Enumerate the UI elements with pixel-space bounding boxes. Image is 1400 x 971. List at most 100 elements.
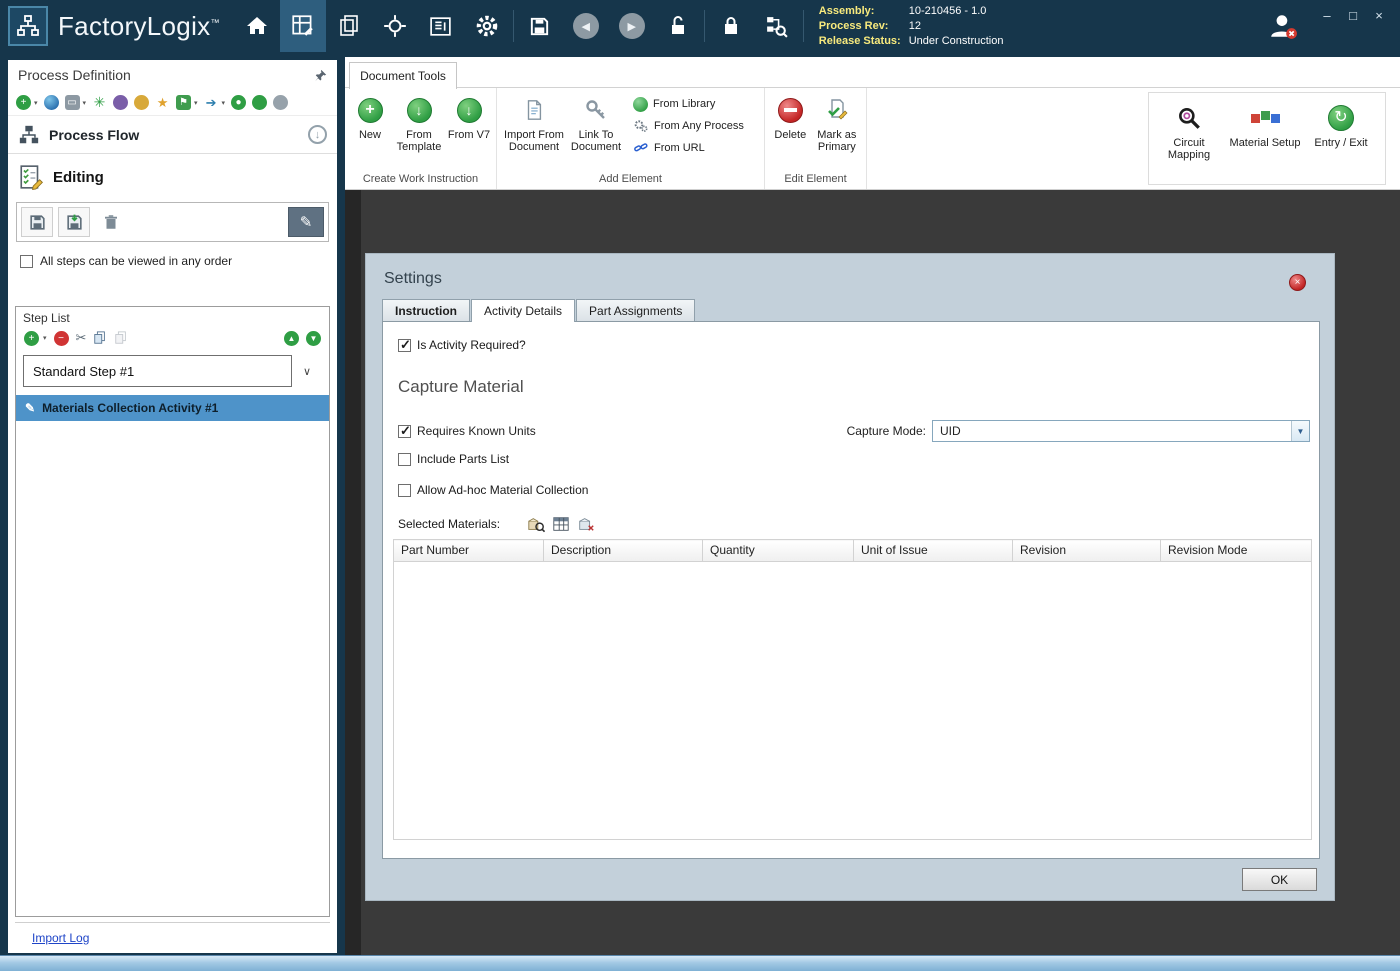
print-menu-caret[interactable]: ▾ <box>83 99 87 107</box>
move-up-icon[interactable]: ▲ <box>284 331 299 346</box>
cut-icon[interactable]: ✂ <box>76 330 87 346</box>
tab-activity-details[interactable]: Activity Details <box>471 299 575 322</box>
any-order-checkbox[interactable] <box>20 255 33 268</box>
from-any-process-button[interactable]: From Any Process <box>629 115 748 137</box>
delete-button[interactable]: Delete <box>769 91 812 172</box>
save-icon[interactable] <box>517 0 563 52</box>
mark-as-primary-button[interactable]: Mark as Primary <box>812 91 862 172</box>
select-from-bom-icon[interactable] <box>551 514 570 533</box>
unlock-icon[interactable] <box>655 0 701 52</box>
add-icon[interactable]: + <box>16 95 31 110</box>
paste-icon[interactable] <box>114 331 128 345</box>
copy-icon[interactable] <box>93 331 107 345</box>
print-icon[interactable]: ▭ <box>65 95 80 110</box>
capture-mode-dropdown-arrow-icon[interactable]: ▼ <box>1291 421 1309 441</box>
any-order-label: All steps can be viewed in any order <box>40 254 232 268</box>
group-caption-create: Create Work Instruction <box>345 172 496 189</box>
circuit-mapping-button[interactable]: Circuit Mapping <box>1151 96 1227 181</box>
link-to-document-button[interactable]: Link To Document <box>567 91 625 172</box>
ribbon-group-create-work-instruction: + New ↓ From Template ↓ From V7 Create W… <box>345 88 497 189</box>
selected-step-label: Standard Step #1 <box>33 364 134 379</box>
link-to-document-label: Link To Document <box>567 129 625 153</box>
from-v7-button[interactable]: ↓ From V7 <box>447 91 491 172</box>
link-to-document-icon <box>584 94 608 126</box>
validate-icon[interactable]: ● <box>231 95 246 110</box>
close-button[interactable]: × <box>1366 6 1392 24</box>
back-icon[interactable]: ◀ <box>563 0 609 52</box>
home-icon[interactable] <box>234 0 280 52</box>
publish-icon[interactable]: ⚑ <box>176 95 191 110</box>
assign-user-icon[interactable] <box>113 95 128 110</box>
save-step-button[interactable] <box>21 207 53 237</box>
export-menu-caret[interactable]: ▾ <box>222 99 226 107</box>
from-url-button[interactable]: From URL <box>629 137 748 159</box>
app-name: FactoryLogix™ <box>58 11 220 42</box>
process-search-icon[interactable] <box>754 0 800 52</box>
from-template-button[interactable]: ↓ From Template <box>391 91 447 172</box>
remove-step-icon[interactable]: − <box>54 331 69 346</box>
allow-adhoc-checkbox[interactable] <box>398 484 411 497</box>
material-setup-button[interactable]: Material Setup <box>1227 96 1303 181</box>
forward-icon[interactable]: ▶ <box>609 0 655 52</box>
is-activity-required-checkbox[interactable] <box>398 339 411 352</box>
import-log-link[interactable]: Import Log <box>32 931 89 945</box>
navigate-icon[interactable] <box>372 0 418 52</box>
settings-gear-icon[interactable] <box>464 0 510 52</box>
material-setup-label: Material Setup <box>1230 137 1301 149</box>
titlebar-separator <box>513 10 514 42</box>
import-from-document-button[interactable]: Import From Document <box>501 91 567 172</box>
tab-part-assignments[interactable]: Part Assignments <box>576 299 695 321</box>
import-step-button[interactable] <box>58 207 90 237</box>
column-header-part-number[interactable]: Part Number <box>394 540 544 562</box>
column-header-unit-of-issue[interactable]: Unit of Issue <box>854 540 1013 562</box>
tab-instruction[interactable]: Instruction <box>382 299 470 321</box>
process-definition-panel: Process Definition +▾ ▭▾ ✳ ★ ⚑▾ ➔▾ ● Pro… <box>8 60 337 953</box>
include-parts-list-checkbox[interactable] <box>398 453 411 466</box>
activity-list-item[interactable]: ✎ Materials Collection Activity #1 <box>16 395 329 421</box>
from-library-button[interactable]: From Library <box>629 93 748 115</box>
find-material-icon[interactable] <box>526 514 545 533</box>
collapse-icon[interactable]: ↓ <box>308 125 327 144</box>
entry-exit-button[interactable]: ↻ Entry / Exit <box>1303 96 1379 181</box>
column-header-revision-mode[interactable]: Revision Mode <box>1161 540 1312 562</box>
process-settings-icon[interactable]: ✳ <box>92 95 107 110</box>
requires-known-units-checkbox[interactable] <box>398 425 411 438</box>
column-header-revision[interactable]: Revision <box>1013 540 1161 562</box>
titlebar: FactoryLogix™ ◀ ▶ <box>0 0 1400 52</box>
ribbon: + New ↓ From Template ↓ From V7 Create W… <box>345 88 1400 190</box>
pin-icon[interactable] <box>314 69 327 82</box>
tab-document-tools[interactable]: Document Tools <box>349 62 457 89</box>
capture-mode-dropdown[interactable]: UID ▼ <box>932 420 1310 442</box>
wizard-icon[interactable]: ★ <box>155 95 170 110</box>
step-selector[interactable]: Standard Step #1 <box>23 355 292 387</box>
maximize-button[interactable]: □ <box>1340 6 1366 24</box>
edit-mode-button[interactable]: ✎ <box>288 207 324 237</box>
minimize-button[interactable]: – <box>1314 6 1340 24</box>
add-menu-caret[interactable]: ▾ <box>34 99 38 107</box>
column-header-description[interactable]: Description <box>544 540 703 562</box>
news-icon[interactable] <box>418 0 464 52</box>
deactivate-icon[interactable] <box>273 95 288 110</box>
process-editor-icon[interactable] <box>280 0 326 52</box>
remove-material-icon[interactable] <box>576 514 595 533</box>
export-icon[interactable]: ➔ <box>204 95 219 110</box>
user-account-icon[interactable] <box>1258 6 1308 46</box>
move-down-icon[interactable]: ▼ <box>306 331 321 346</box>
process-flow-row[interactable]: Process Flow ↓ <box>8 116 337 154</box>
activate-icon[interactable] <box>252 95 267 110</box>
add-step-caret[interactable]: ▾ <box>43 334 47 342</box>
documents-icon[interactable] <box>326 0 372 52</box>
column-header-quantity[interactable]: Quantity <box>703 540 854 562</box>
add-step-icon[interactable]: + <box>24 331 39 346</box>
ok-button[interactable]: OK <box>1242 868 1317 891</box>
delete-step-button[interactable] <box>95 207 127 237</box>
step-selector-chevron-icon[interactable]: ∨ <box>292 365 322 378</box>
requires-known-units-row: Requires Known Units <box>398 424 536 438</box>
test-icon[interactable] <box>134 95 149 110</box>
new-button[interactable]: + New <box>349 91 391 172</box>
settings-close-icon[interactable]: × <box>1289 274 1306 291</box>
editing-icon <box>18 164 44 190</box>
publish-menu-caret[interactable]: ▾ <box>194 99 198 107</box>
web-icon[interactable] <box>44 95 59 110</box>
lock-icon[interactable] <box>708 0 754 52</box>
